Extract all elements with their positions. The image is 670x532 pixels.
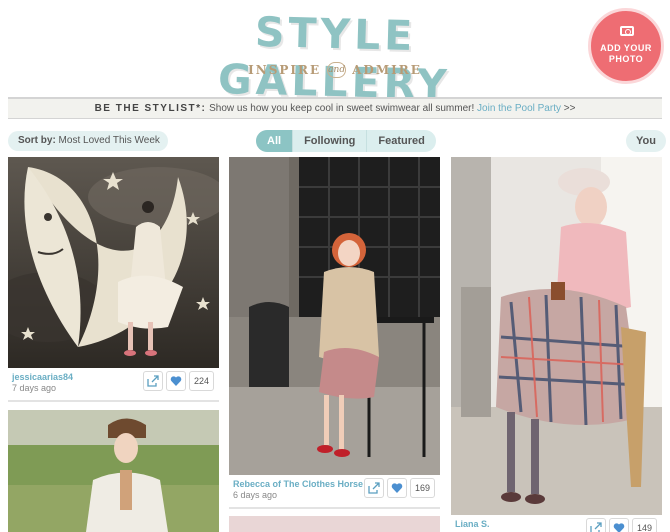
site-tagline: INSPIRE and ADMIRE [248, 62, 422, 78]
join-pool-party-link[interactable]: Join the Pool Party [477, 103, 561, 114]
post-photo[interactable] [8, 410, 219, 532]
gallery-card: Rebecca of The Clothes Horse 6 days ago … [229, 157, 440, 509]
share-icon [590, 522, 602, 532]
announcement-text: Show us how you keep cool in sweet swimw… [206, 103, 478, 114]
post-photo[interactable] [229, 516, 440, 532]
post-date: 6 days ago [233, 490, 278, 500]
tab-featured[interactable]: Featured [367, 130, 435, 152]
love-count: 149 [632, 518, 657, 532]
site-header: STYLE GALLERY INSPIRE and ADMIRE ADD YOU… [0, 0, 670, 109]
post-footer: Rebecca of The Clothes Horse 6 days ago … [229, 475, 440, 509]
love-button[interactable] [166, 371, 186, 391]
love-count: 224 [189, 371, 214, 391]
announcement-lead: BE THE STYLIST*: [94, 103, 207, 114]
add-photo-line1: ADD YOUR [600, 43, 652, 53]
post-photo[interactable] [8, 157, 219, 368]
tab-all[interactable]: All [256, 130, 294, 152]
post-date: 7 days ago [12, 383, 57, 393]
add-your-photo-button[interactable]: ADD YOUR PHOTO [588, 8, 664, 84]
gallery-card: jessicaarias84 7 days ago 224 [8, 157, 219, 402]
post-photo[interactable] [451, 157, 662, 515]
tagline-left: INSPIRE [248, 63, 322, 77]
tagline-ampersand: and [327, 62, 347, 78]
filter-tabs: All Following Featured [256, 130, 436, 152]
announcement-bar: BE THE STYLIST*: Show us how you keep co… [8, 97, 662, 119]
heart-icon [391, 483, 403, 493]
add-photo-label: ADD YOUR PHOTO [591, 43, 661, 65]
post-footer: jessicaarias84 7 days ago 224 [8, 368, 219, 402]
love-button[interactable] [609, 518, 629, 532]
post-photo[interactable] [229, 157, 440, 475]
gallery-card [8, 410, 219, 532]
share-button[interactable] [364, 478, 384, 498]
camera-icon [620, 26, 634, 36]
you-filter-button[interactable]: You [626, 130, 666, 152]
announcement-suffix: >> [560, 103, 576, 114]
post-username[interactable]: Rebecca of The Clothes Horse [233, 479, 363, 489]
heart-icon [613, 523, 625, 532]
sort-value: Most Loved This Week [55, 135, 160, 146]
post-username[interactable]: jessicaarias84 [12, 372, 73, 382]
share-icon [368, 482, 380, 494]
heart-icon [170, 376, 182, 386]
share-icon [147, 375, 159, 387]
post-username[interactable]: Liana S. [455, 519, 490, 529]
tagline-right: ADMIRE [352, 63, 422, 77]
post-footer: Liana S. 149 [451, 515, 662, 532]
add-photo-line2: PHOTO [608, 54, 644, 64]
tab-following[interactable]: Following [293, 130, 368, 152]
gallery-card: Liana S. 149 [451, 157, 662, 532]
site-logo-title[interactable]: STYLE GALLERY [159, 5, 511, 110]
share-button[interactable] [143, 371, 163, 391]
sort-label: Sort by: [18, 135, 56, 146]
love-count: 169 [410, 478, 435, 498]
sort-dropdown[interactable]: Sort by: Most Loved This Week [8, 131, 168, 163]
love-button[interactable] [387, 478, 407, 498]
share-button[interactable] [586, 518, 606, 532]
gallery-card [229, 516, 440, 532]
